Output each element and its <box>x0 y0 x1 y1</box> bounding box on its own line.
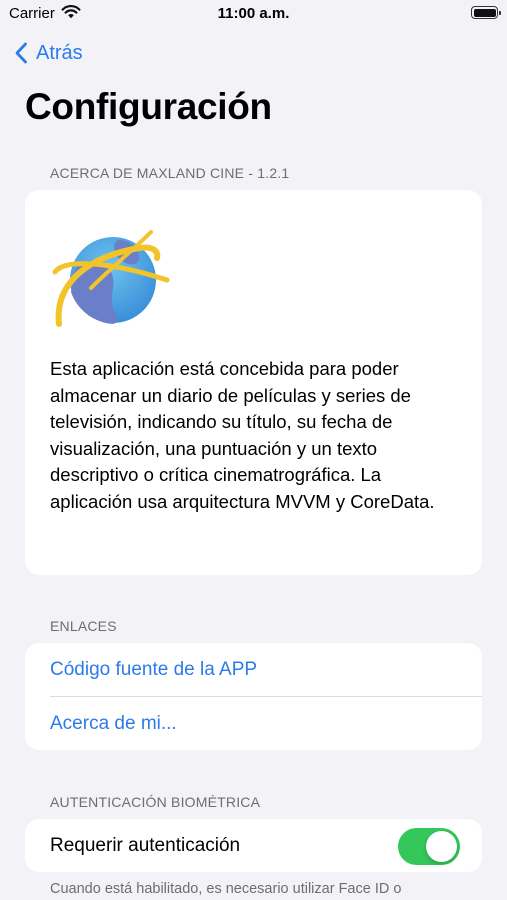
auth-footer-note: Cuando está habilitado, es necesario uti… <box>50 881 402 897</box>
require-auth-label: Requerir autenticación <box>50 834 241 856</box>
app-logo-icon <box>52 230 170 327</box>
require-auth-toggle[interactable] <box>398 828 460 865</box>
chevron-left-icon <box>15 42 27 64</box>
about-description: Esta aplicación está concebida para pode… <box>50 358 435 512</box>
about-me-link[interactable]: Acerca de mi... <box>25 697 482 750</box>
page-title: Configuración <box>25 86 272 127</box>
source-code-link[interactable]: Código fuente de la APP <box>25 643 482 696</box>
about-section-header: ACERCA DE MAXLAND CINE - 1.2.1 <box>50 165 290 181</box>
about-card: Esta aplicación está concebida para pode… <box>25 190 482 575</box>
back-label: Atrás <box>36 41 83 64</box>
links-section-header: ENLACES <box>50 618 117 634</box>
battery-icon <box>471 6 501 19</box>
links-card: Código fuente de la APP Acerca de mi... <box>25 643 482 750</box>
auth-section-header: AUTENTICACIÓN BIOMÉTRICA <box>50 794 261 810</box>
back-button[interactable]: Atrás <box>14 38 83 68</box>
toggle-knob <box>426 831 457 862</box>
clock: 11:00 a.m. <box>217 5 290 22</box>
auth-card: Requerir autenticación <box>25 819 482 872</box>
status-bar: Carrier 11:00 a.m. <box>0 0 507 28</box>
settings-screen: Carrier 11:00 a.m. Atrás Configuración A… <box>0 0 507 900</box>
